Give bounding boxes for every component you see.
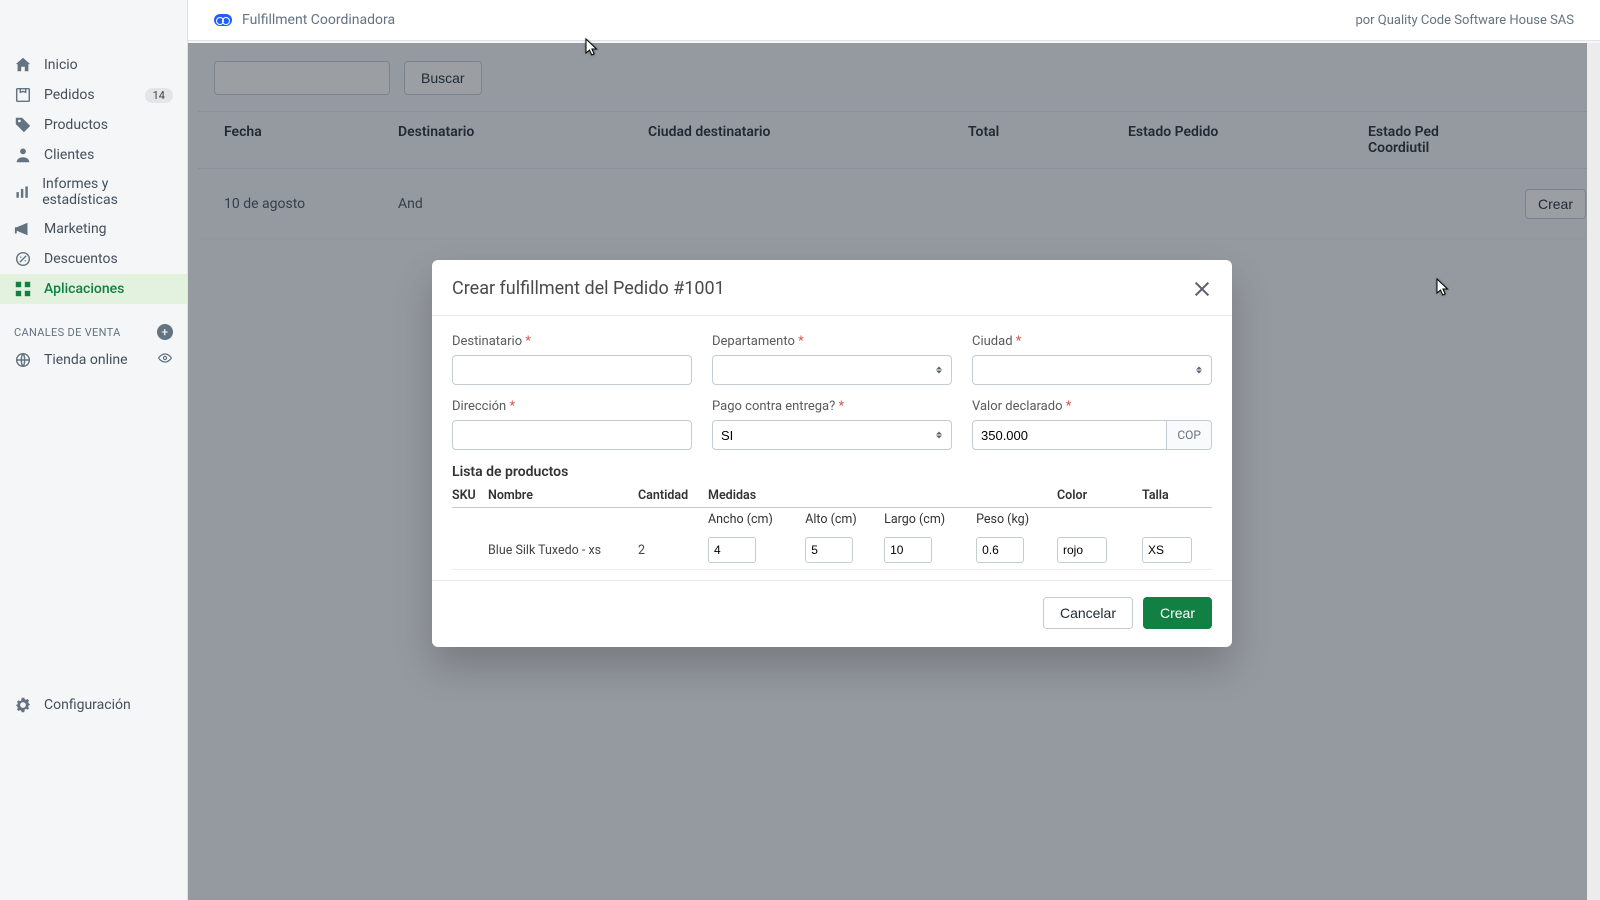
sales-channels-header: CANALES DE VENTA + (0, 314, 187, 344)
subcol-peso: Peso (kg) (976, 508, 1057, 532)
orders-icon (14, 86, 32, 104)
sidebar-item-label: Descuentos (44, 251, 118, 267)
apps-icon (14, 280, 32, 298)
eye-icon[interactable] (157, 350, 173, 370)
input-destinatario[interactable] (452, 355, 692, 385)
orders-badge: 14 (145, 88, 173, 103)
col-medidas: Medidas (708, 484, 1057, 508)
sidebar-item-label: Inicio (44, 57, 78, 73)
input-largo[interactable] (884, 537, 932, 563)
select-pago[interactable] (712, 420, 952, 450)
sidebar-item-apps[interactable]: Aplicaciones (0, 274, 187, 304)
products-table: SKU Nombre Cantidad Medidas Color Talla … (452, 484, 1212, 570)
input-talla[interactable] (1142, 537, 1192, 563)
sidebar-item-settings[interactable]: Configuración (0, 690, 187, 720)
col-cantidad: Cantidad (638, 484, 708, 508)
sidebar-item-products[interactable]: Productos (0, 110, 187, 140)
input-alto[interactable] (805, 537, 853, 563)
subcol-ancho: Ancho (cm) (708, 508, 805, 532)
create-button[interactable]: Crear (1143, 597, 1212, 629)
col-sku: SKU (452, 484, 488, 508)
add-channel-icon[interactable]: + (157, 324, 173, 340)
product-row: Blue Silk Tuxedo - xs 2 (452, 531, 1212, 570)
sidebar: Inicio Pedidos 14 Productos Clientes (0, 0, 188, 900)
currency-unit: COP (1167, 420, 1212, 450)
cursor-icon (1436, 278, 1450, 298)
select-departamento[interactable] (712, 355, 952, 385)
select-ciudad[interactable] (972, 355, 1212, 385)
label-departamento: Departamento * (712, 334, 952, 349)
col-nombre: Nombre (488, 484, 638, 508)
sidebar-item-analytics[interactable]: Informes y estadísticas (0, 170, 187, 214)
sidebar-item-label: Tienda online (44, 352, 128, 368)
input-ancho[interactable] (708, 537, 756, 563)
user-icon (14, 146, 32, 164)
label-ciudad: Ciudad * (972, 334, 1212, 349)
products-title: Lista de productos (452, 464, 1212, 480)
input-peso[interactable] (976, 537, 1024, 563)
label-pago: Pago contra entrega? * (712, 399, 952, 414)
scrollbar[interactable] (1587, 43, 1600, 900)
input-direccion[interactable] (452, 420, 692, 450)
input-color[interactable] (1057, 537, 1107, 563)
sidebar-item-label: Aplicaciones (44, 281, 124, 297)
sidebar-item-label: Configuración (44, 697, 131, 713)
discount-icon (14, 250, 32, 268)
app-title: Fulfillment Coordinadora (242, 12, 395, 28)
cell-cantidad: 2 (638, 531, 708, 570)
label-destinatario: Destinatario * (452, 334, 692, 349)
sidebar-item-marketing[interactable]: Marketing (0, 214, 187, 244)
app-credit: por Quality Code Software House SAS (1355, 13, 1574, 28)
cancel-button[interactable]: Cancelar (1043, 597, 1133, 629)
chevron-sort-icon (1196, 367, 1204, 374)
sidebar-item-label: Marketing (44, 221, 107, 237)
subcol-largo: Largo (cm) (884, 508, 976, 532)
app-header: Fulfillment Coordinadora por Quality Cod… (188, 0, 1600, 41)
sidebar-item-orders[interactable]: Pedidos 14 (0, 80, 187, 110)
sales-channels-label: CANALES DE VENTA (14, 326, 121, 339)
analytics-icon (14, 183, 30, 201)
sidebar-item-label: Productos (44, 117, 108, 133)
gear-icon (14, 696, 32, 714)
col-color: Color (1057, 484, 1142, 508)
chevron-sort-icon (936, 367, 944, 374)
label-valor: Valor declarado * (972, 399, 1212, 414)
chevron-sort-icon (936, 432, 944, 439)
app-logo-icon (214, 14, 232, 26)
megaphone-icon (14, 220, 32, 238)
cursor-icon (585, 38, 599, 58)
cell-nombre: Blue Silk Tuxedo - xs (488, 531, 638, 570)
col-talla: Talla (1142, 484, 1212, 508)
sidebar-item-online-store[interactable]: Tienda online (0, 344, 187, 376)
store-icon (14, 351, 32, 369)
close-icon[interactable] (1192, 279, 1212, 299)
sidebar-item-discounts[interactable]: Descuentos (0, 244, 187, 274)
fulfillment-modal: Crear fulfillment del Pedido #1001 Desti… (432, 260, 1232, 647)
subcol-alto: Alto (cm) (805, 508, 884, 532)
sidebar-item-home[interactable]: Inicio (0, 50, 187, 80)
input-valor[interactable] (972, 420, 1167, 450)
label-direccion: Dirección * (452, 399, 692, 414)
sidebar-item-customers[interactable]: Clientes (0, 140, 187, 170)
sidebar-item-label: Clientes (44, 147, 94, 163)
tag-icon (14, 116, 32, 134)
modal-title: Crear fulfillment del Pedido #1001 (452, 278, 725, 299)
home-icon (14, 56, 32, 74)
sidebar-item-label: Pedidos (44, 87, 95, 103)
sidebar-item-label: Informes y estadísticas (42, 176, 173, 208)
